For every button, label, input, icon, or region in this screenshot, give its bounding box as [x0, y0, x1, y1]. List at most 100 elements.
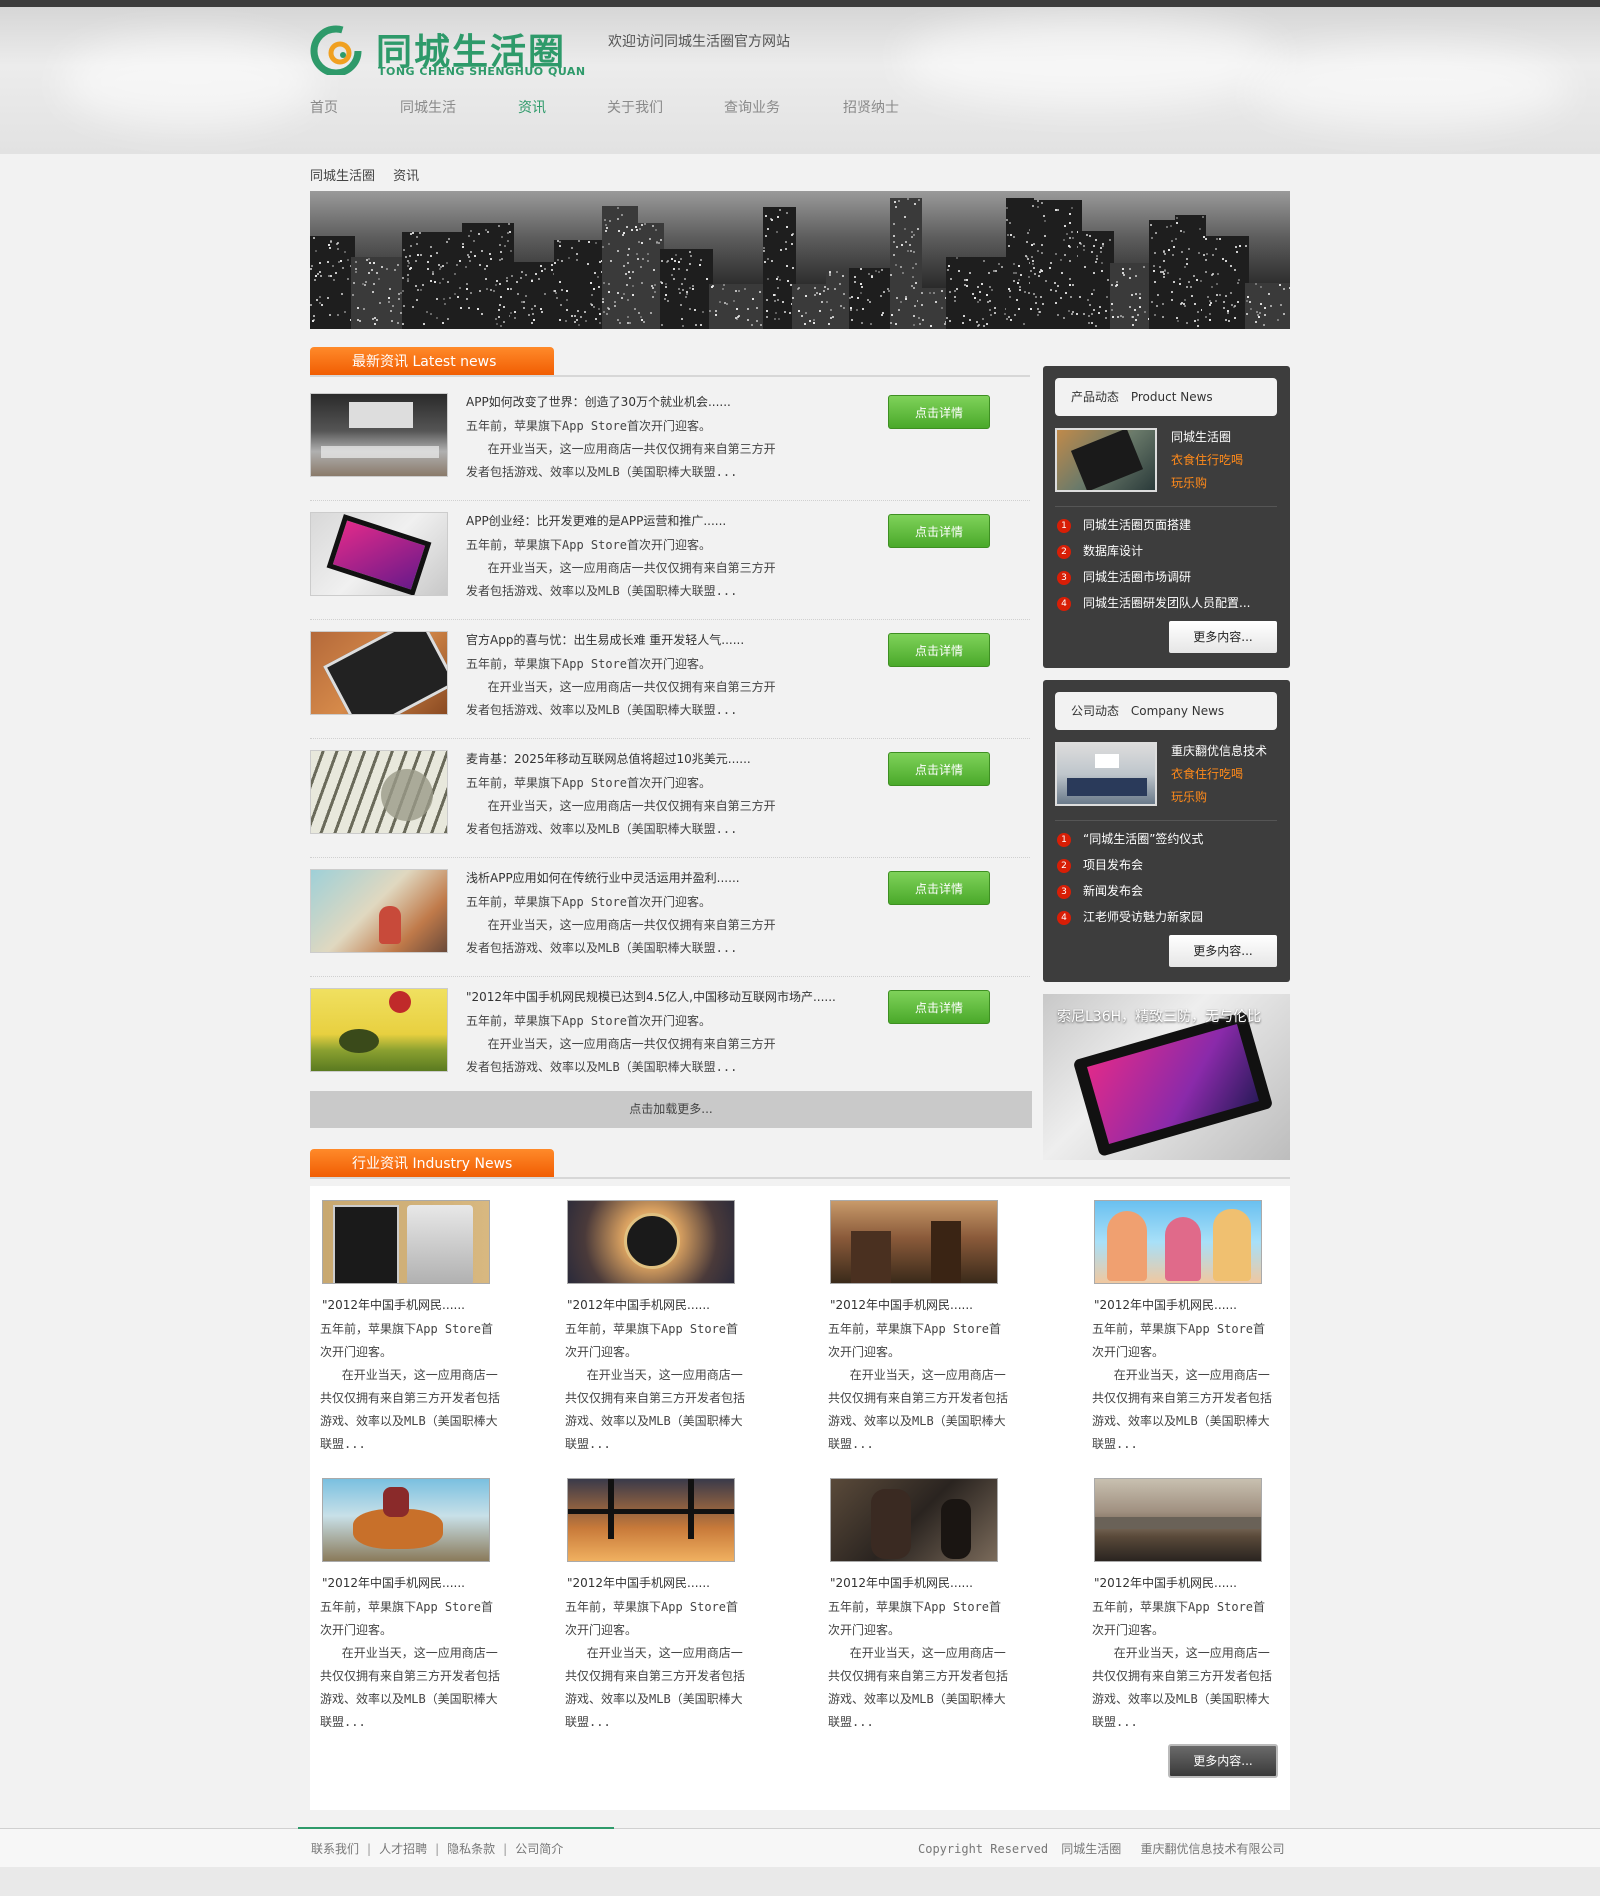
- news-title[interactable]: "2012年中国手机网民规模已达到4.5亿人,中国移动互联网市场产......: [466, 988, 836, 1005]
- industry-thumbnail[interactable]: [322, 1200, 490, 1284]
- building-window: [1171, 240, 1173, 242]
- footer-link-about[interactable]: 公司简介: [515, 1842, 563, 1856]
- building-window: [499, 259, 501, 261]
- industry-thumbnail[interactable]: [322, 1478, 490, 1562]
- building-window: [470, 230, 472, 232]
- breadcrumb-item[interactable]: 同城生活圈: [310, 169, 375, 184]
- industry-card-title[interactable]: "2012年中国手机网民......: [830, 1296, 973, 1313]
- site-logo[interactable]: 同城生活圈 TONG CHENG SHENGHUO QUAN: [310, 21, 600, 79]
- building-window: [966, 279, 968, 281]
- news-thumbnail[interactable]: [310, 512, 448, 596]
- industry-card-title[interactable]: "2012年中国手机网民......: [567, 1296, 710, 1313]
- list-item[interactable]: 4 同城生活圈研发团队人员配置...: [1057, 590, 1279, 616]
- list-item[interactable]: 3 同城生活圈市场调研: [1057, 564, 1279, 590]
- building-window: [954, 300, 956, 302]
- industry-card[interactable]: "2012年中国手机网民...... 五年前，苹果旗下App Store首次开门…: [828, 1478, 1013, 1748]
- load-more-button[interactable]: 点击加载更多...: [310, 1091, 1032, 1128]
- industry-card[interactable]: "2012年中国手机网民...... 五年前，苹果旗下App Store首次开门…: [828, 1200, 1013, 1470]
- industry-card-title[interactable]: "2012年中国手机网民......: [322, 1296, 465, 1313]
- industry-more-button[interactable]: 更多内容...: [1168, 1744, 1278, 1778]
- industry-card-title[interactable]: "2012年中国手机网民......: [322, 1574, 465, 1591]
- detail-button[interactable]: 点击详情: [888, 395, 990, 429]
- industry-card[interactable]: "2012年中国手机网民...... 五年前，苹果旗下App Store首次开门…: [1092, 1478, 1277, 1748]
- detail-button[interactable]: 点击详情: [888, 871, 990, 905]
- building-window: [438, 264, 440, 266]
- industry-thumbnail[interactable]: [567, 1478, 735, 1562]
- product-more-button[interactable]: 更多内容...: [1169, 621, 1277, 653]
- building-window: [912, 276, 914, 278]
- industry-thumbnail[interactable]: [830, 1200, 998, 1284]
- industry-card[interactable]: "2012年中国手机网民...... 五年前，苹果旗下App Store首次开门…: [565, 1478, 750, 1748]
- industry-thumbnail[interactable]: [567, 1200, 735, 1284]
- news-thumbnail[interactable]: [310, 393, 448, 477]
- footer-link-privacy[interactable]: 隐私条款: [447, 1842, 495, 1856]
- building-window: [1163, 273, 1165, 275]
- news-title[interactable]: APP如何改变了世界：创造了30万个就业机会......: [466, 393, 731, 410]
- building-window: [780, 249, 782, 251]
- list-item[interactable]: 1 “同城生活圈”签约仪式: [1057, 826, 1279, 852]
- building-window: [1055, 253, 1057, 255]
- news-title[interactable]: 官方App的喜与忧：出生易成长难 重开发轻人气......: [466, 631, 744, 648]
- industry-card-title[interactable]: "2012年中国手机网民......: [1094, 1296, 1237, 1313]
- news-item[interactable]: 麦肯基：2025年移动互联网总值将超过10兆美元...... 五年前，苹果旗下A…: [310, 740, 1030, 858]
- industry-card-title[interactable]: "2012年中国手机网民......: [567, 1574, 710, 1591]
- news-title[interactable]: 麦肯基：2025年移动互联网总值将超过10兆美元......: [466, 750, 751, 767]
- company-feature-image[interactable]: [1055, 742, 1157, 806]
- company-more-button[interactable]: 更多内容...: [1169, 935, 1277, 967]
- news-thumbnail[interactable]: [310, 750, 448, 834]
- list-item[interactable]: 2 数据库设计: [1057, 538, 1279, 564]
- building-window: [1013, 272, 1015, 274]
- nav-about[interactable]: 关于我们: [607, 97, 663, 117]
- building-window: [468, 307, 470, 309]
- building-window: [667, 260, 669, 262]
- detail-button[interactable]: 点击详情: [888, 990, 990, 1024]
- industry-card-title[interactable]: "2012年中国手机网民......: [1094, 1574, 1237, 1591]
- building-window: [1107, 279, 1109, 281]
- building-window: [1018, 279, 1020, 281]
- breadcrumb-item[interactable]: 资讯: [393, 169, 419, 184]
- news-item[interactable]: 官方App的喜与忧：出生易成长难 重开发轻人气...... 五年前，苹果旗下Ap…: [310, 621, 1030, 739]
- building-window: [689, 308, 691, 310]
- product-feature-image[interactable]: [1055, 428, 1157, 492]
- news-item[interactable]: APP创业经：比开发更难的是APP运营和推广...... 五年前，苹果旗下App…: [310, 502, 1030, 620]
- news-item[interactable]: "2012年中国手机网民规模已达到4.5亿人,中国移动互联网市场产...... …: [310, 978, 1030, 1096]
- footer-link-contact[interactable]: 联系我们: [311, 1842, 359, 1856]
- nav-home[interactable]: 首页: [310, 97, 338, 117]
- building-window: [1234, 305, 1236, 307]
- news-title[interactable]: APP创业经：比开发更难的是APP运营和推广......: [466, 512, 726, 529]
- building-window: [834, 288, 836, 290]
- industry-card-title[interactable]: "2012年中国手机网民......: [830, 1574, 973, 1591]
- feature-line[interactable]: 同城生活圈: [1171, 426, 1243, 449]
- industry-card[interactable]: "2012年中国手机网民...... 五年前，苹果旗下App Store首次开门…: [565, 1200, 750, 1470]
- industry-card[interactable]: "2012年中国手机网民...... 五年前，苹果旗下App Store首次开门…: [320, 1200, 505, 1470]
- news-thumbnail[interactable]: [310, 869, 448, 953]
- nav-city-life[interactable]: 同城生活: [400, 97, 456, 117]
- industry-card[interactable]: "2012年中国手机网民...... 五年前，苹果旗下App Store首次开门…: [1092, 1200, 1277, 1470]
- detail-button[interactable]: 点击详情: [888, 633, 990, 667]
- building-window: [559, 319, 561, 321]
- news-thumbnail[interactable]: [310, 988, 448, 1072]
- list-item[interactable]: 4 江老师受访魅力新家园: [1057, 904, 1279, 930]
- building-window: [403, 305, 405, 307]
- building-window: [921, 304, 923, 306]
- nav-query[interactable]: 查询业务: [724, 97, 780, 117]
- news-item[interactable]: 浅析APP应用如何在传统行业中灵活运用并盈利...... 五年前，苹果旗下App…: [310, 859, 1030, 977]
- news-title[interactable]: 浅析APP应用如何在传统行业中灵活运用并盈利......: [466, 869, 740, 886]
- detail-button[interactable]: 点击详情: [888, 514, 990, 548]
- list-item[interactable]: 3 新闻发布会: [1057, 878, 1279, 904]
- detail-button[interactable]: 点击详情: [888, 752, 990, 786]
- phone-ad-banner[interactable]: 索尼L36H，精致三防，无与伦比: [1043, 994, 1290, 1160]
- industry-card[interactable]: "2012年中国手机网民...... 五年前，苹果旗下App Store首次开门…: [320, 1478, 505, 1748]
- nav-news[interactable]: 资讯: [518, 97, 546, 117]
- nav-careers[interactable]: 招贤纳士: [843, 97, 899, 117]
- footer-link-jobs[interactable]: 人才招聘: [379, 1842, 427, 1856]
- news-item[interactable]: APP如何改变了世界：创造了30万个就业机会...... 五年前，苹果旗下App…: [310, 383, 1030, 501]
- list-item[interactable]: 1 同城生活圈页面搭建: [1057, 512, 1279, 538]
- industry-thumbnail[interactable]: [830, 1478, 998, 1562]
- news-thumbnail[interactable]: [310, 631, 448, 715]
- list-item[interactable]: 2 项目发布会: [1057, 852, 1279, 878]
- feature-line[interactable]: 重庆翻优信息技术: [1171, 740, 1267, 763]
- industry-thumbnail[interactable]: [1094, 1478, 1262, 1562]
- building-window: [605, 230, 607, 232]
- industry-thumbnail[interactable]: [1094, 1200, 1262, 1284]
